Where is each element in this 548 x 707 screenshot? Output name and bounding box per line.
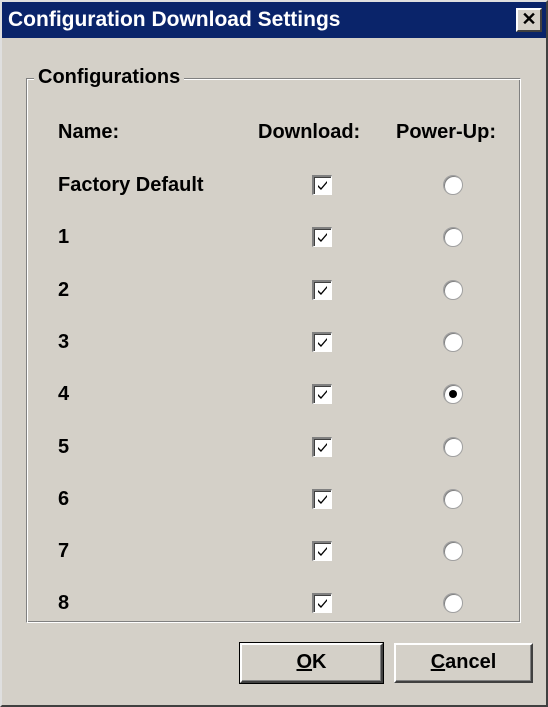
download-checkbox[interactable]	[312, 541, 332, 561]
powerup-radio[interactable]	[443, 437, 463, 457]
ok-button[interactable]: OK	[239, 642, 384, 684]
powerup-radio[interactable]	[443, 280, 463, 300]
config-name-label: 4	[58, 383, 70, 405]
check-icon	[318, 338, 327, 347]
powerup-radio[interactable]	[443, 489, 463, 509]
powerup-radio[interactable]	[443, 227, 463, 247]
config-name-label: 2	[58, 279, 70, 301]
powerup-column-header: Power-Up:	[396, 121, 496, 143]
window-title: Configuration Download Settings	[8, 8, 341, 31]
close-icon: ✕	[521, 9, 537, 29]
check-icon	[318, 390, 327, 399]
powerup-radio[interactable]	[443, 593, 463, 613]
check-icon	[318, 547, 327, 556]
powerup-radio[interactable]	[443, 384, 463, 404]
check-icon	[318, 599, 327, 608]
config-name-label: 5	[58, 436, 70, 458]
download-column-header: Download:	[258, 121, 361, 143]
check-icon	[318, 233, 327, 242]
download-checkbox[interactable]	[312, 384, 332, 404]
powerup-radio[interactable]	[443, 541, 463, 561]
group-legend: Configurations	[34, 64, 185, 90]
download-checkbox[interactable]	[312, 280, 332, 300]
powerup-radio[interactable]	[443, 332, 463, 352]
config-name-label: 1	[58, 226, 70, 248]
check-icon	[318, 443, 327, 452]
powerup-radio[interactable]	[443, 175, 463, 195]
check-icon	[318, 286, 327, 295]
download-checkbox[interactable]	[312, 489, 332, 509]
cancel-label: Cancel	[430, 651, 497, 673]
config-name-label: 6	[58, 488, 70, 510]
config-name-label: Factory Default	[58, 174, 204, 196]
title-bar[interactable]: Configuration Download Settings ✕	[2, 2, 546, 38]
name-column-header: Name:	[58, 121, 120, 143]
check-icon	[318, 495, 327, 504]
download-checkbox[interactable]	[312, 175, 332, 195]
download-checkbox[interactable]	[312, 593, 332, 613]
ok-label: OK	[296, 651, 327, 673]
config-name-label: 7	[58, 540, 70, 562]
download-checkbox[interactable]	[312, 227, 332, 247]
download-checkbox[interactable]	[312, 437, 332, 457]
radio-selected-dot	[449, 390, 457, 398]
cancel-button[interactable]: Cancel	[394, 643, 533, 683]
config-name-label: 8	[58, 592, 70, 614]
close-button[interactable]: ✕	[516, 8, 542, 32]
config-name-label: 3	[58, 331, 70, 353]
config-download-dialog: Configuration Download Settings ✕ Config…	[0, 0, 548, 707]
download-checkbox[interactable]	[312, 332, 332, 352]
check-icon	[318, 181, 327, 190]
